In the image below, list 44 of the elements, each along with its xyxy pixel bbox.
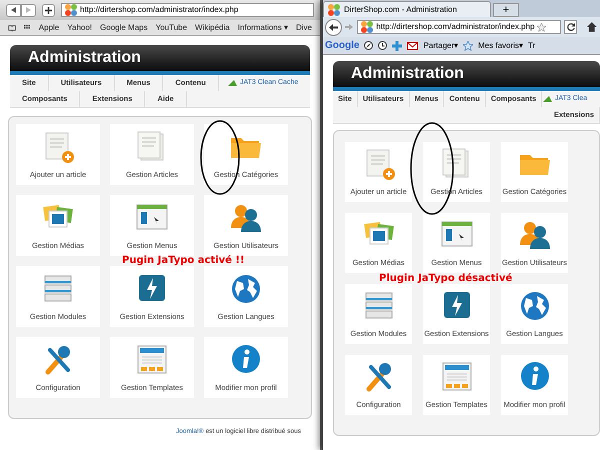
- reload-icon: [566, 23, 575, 31]
- browser-tab[interactable]: DirterShop.com - Administration: [323, 1, 491, 17]
- clock-icon: [378, 41, 388, 50]
- bookmark-link[interactable]: Informations ▾: [238, 22, 288, 34]
- star-icon: [536, 22, 546, 32]
- address-bar[interactable]: http://dirtershop.com/administrator/index.php: [61, 3, 314, 17]
- toolbar-button[interactable]: Tr: [528, 40, 536, 52]
- new-tab-button[interactable]: +: [493, 3, 519, 17]
- add-bookmark-button[interactable]: [42, 4, 55, 16]
- compass-icon: [364, 41, 374, 50]
- left-triangle-icon: [11, 7, 16, 13]
- bookmark-link[interactable]: Yahoo!: [67, 22, 92, 34]
- url-text: http://dirtershop.com/administrator/index.php: [80, 4, 238, 16]
- favorites-button[interactable]: Mes favoris▾: [478, 40, 524, 52]
- share-button[interactable]: Partager▾: [423, 40, 458, 52]
- url-text: http://dirtershop.com/administrator/index.php: [376, 21, 535, 33]
- star-icon: [463, 40, 474, 50]
- bookmark-link[interactable]: Wikipédia: [195, 22, 230, 34]
- site-favicon: [360, 20, 374, 34]
- home-icon: [586, 21, 598, 33]
- right-arrow-icon: [345, 24, 354, 30]
- address-bar[interactable]: http://dirtershop.com/administrator/index.php: [357, 20, 561, 34]
- tab-title: DirterShop.com - Administration: [344, 4, 457, 16]
- site-favicon: [64, 3, 78, 17]
- back-button[interactable]: [6, 4, 21, 16]
- mail-icon: [407, 42, 418, 50]
- google-logo: Google: [325, 39, 360, 53]
- book-icon: [8, 24, 16, 32]
- plus-icon: [392, 40, 402, 50]
- bookmark-link[interactable]: Google Maps: [100, 22, 148, 34]
- left-arrow-icon: [328, 24, 338, 30]
- annotation-text: Plugin JaTypo désactivé: [379, 272, 512, 286]
- back-button[interactable]: [325, 18, 342, 36]
- site-favicon: [327, 2, 341, 16]
- grid-icon: [24, 24, 31, 31]
- bookmark-link[interactable]: Apple: [38, 22, 60, 34]
- right-triangle-icon: [26, 7, 31, 13]
- page-title: Administration: [28, 48, 141, 68]
- bookmark-link[interactable]: YouTube: [156, 22, 188, 34]
- bookmark-link[interactable]: Dive: [296, 22, 312, 34]
- annotation-text: Pugin JaTypo activé !!: [122, 254, 245, 268]
- plus-icon: [45, 6, 52, 14]
- page-title: Administration: [351, 64, 464, 84]
- reload-button[interactable]: [564, 20, 578, 34]
